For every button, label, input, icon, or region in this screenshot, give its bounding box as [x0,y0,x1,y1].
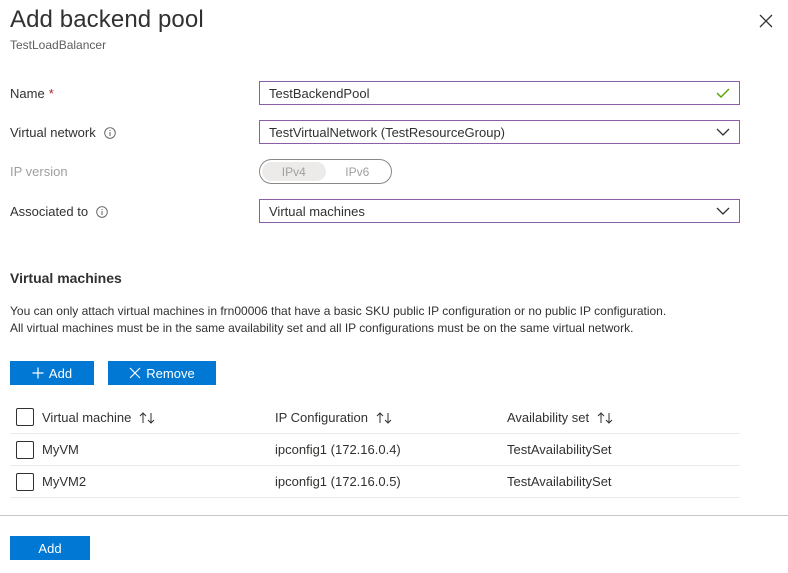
vnet-dropdown-value: TestVirtualNetwork (TestResourceGroup) [269,124,506,140]
ipversion-option-ipv6[interactable]: IPv6 [326,162,390,181]
sort-icon [597,411,613,424]
ipversion-label: IP version [10,164,68,179]
row-checkbox[interactable] [16,441,34,459]
column-header-label: IP Configuration [275,410,368,425]
chevron-down-icon [716,128,730,136]
section-title: Virtual machines [10,270,122,286]
ipconfig-cell: ipconfig1 (172.16.0.5) [275,474,401,489]
close-icon [129,367,141,379]
remove-vm-button[interactable]: Remove [108,361,216,385]
sort-icon [376,411,392,424]
required-marker: * [48,86,54,101]
info-icon[interactable] [96,205,108,218]
add-pool-button-label: Add [38,540,62,556]
availability-cell: TestAvailabilitySet [507,474,612,489]
vnet-label-text: Virtual network [10,125,96,140]
vm-name-cell: MyVM [42,442,79,457]
page-subtitle: TestLoadBalancer [10,38,107,52]
plus-icon [32,367,44,379]
ipversion-option-ipv4[interactable]: IPv4 [262,162,326,181]
add-pool-button[interactable]: Add [10,536,90,560]
add-vm-button[interactable]: Add [10,361,94,385]
assoc-dropdown-value: Virtual machines [269,203,365,219]
sort-icon [140,411,155,424]
availability-cell: TestAvailabilitySet [507,442,612,457]
vm-name-cell: MyVM2 [42,474,87,489]
select-all-checkbox[interactable] [16,408,34,426]
table-header: Virtual machine IP Configuration Availab… [10,402,740,434]
ipversion-toggle[interactable]: IPv4 IPv6 [259,159,392,184]
column-header-ipconfig[interactable]: IP Configuration [275,402,392,433]
name-label: Name * [10,86,54,101]
description-line: All virtual machines must be in the same… [10,321,634,335]
info-icon[interactable] [103,126,116,139]
column-header-vm[interactable]: Virtual machine [42,402,155,433]
table-row[interactable]: MyVM2 ipconfig1 (172.16.0.5) TestAvailab… [10,466,740,498]
description-line: You can only attach virtual machines in … [10,304,667,318]
close-icon[interactable] [757,12,775,30]
footer-divider [0,515,788,516]
chevron-down-icon [716,207,730,215]
section-description: You can only attach virtual machines in … [10,303,750,337]
assoc-dropdown[interactable]: Virtual machines [259,199,740,223]
remove-vm-button-label: Remove [146,365,195,381]
name-label-text: Name [10,86,45,101]
ipconfig-cell: ipconfig1 (172.16.0.4) [275,442,401,457]
assoc-label: Associated to [10,204,108,219]
assoc-label-text: Associated to [10,204,89,219]
add-vm-button-label: Add [48,365,73,381]
vm-table: Virtual machine IP Configuration Availab… [10,402,740,498]
column-header-label: Availability set [507,410,590,425]
name-input[interactable]: TestBackendPool [259,81,740,105]
vnet-label: Virtual network [10,125,116,140]
name-input-value: TestBackendPool [269,85,370,101]
vnet-dropdown[interactable]: TestVirtualNetwork (TestResourceGroup) [259,120,740,144]
table-row[interactable]: MyVM ipconfig1 (172.16.0.4) TestAvailabi… [10,434,740,466]
checkmark-icon [716,88,730,98]
column-header-label: Virtual machine [42,410,132,425]
page-title: Add backend pool [10,6,204,33]
row-checkbox[interactable] [16,473,34,491]
column-header-availability[interactable]: Availability set [507,402,613,433]
